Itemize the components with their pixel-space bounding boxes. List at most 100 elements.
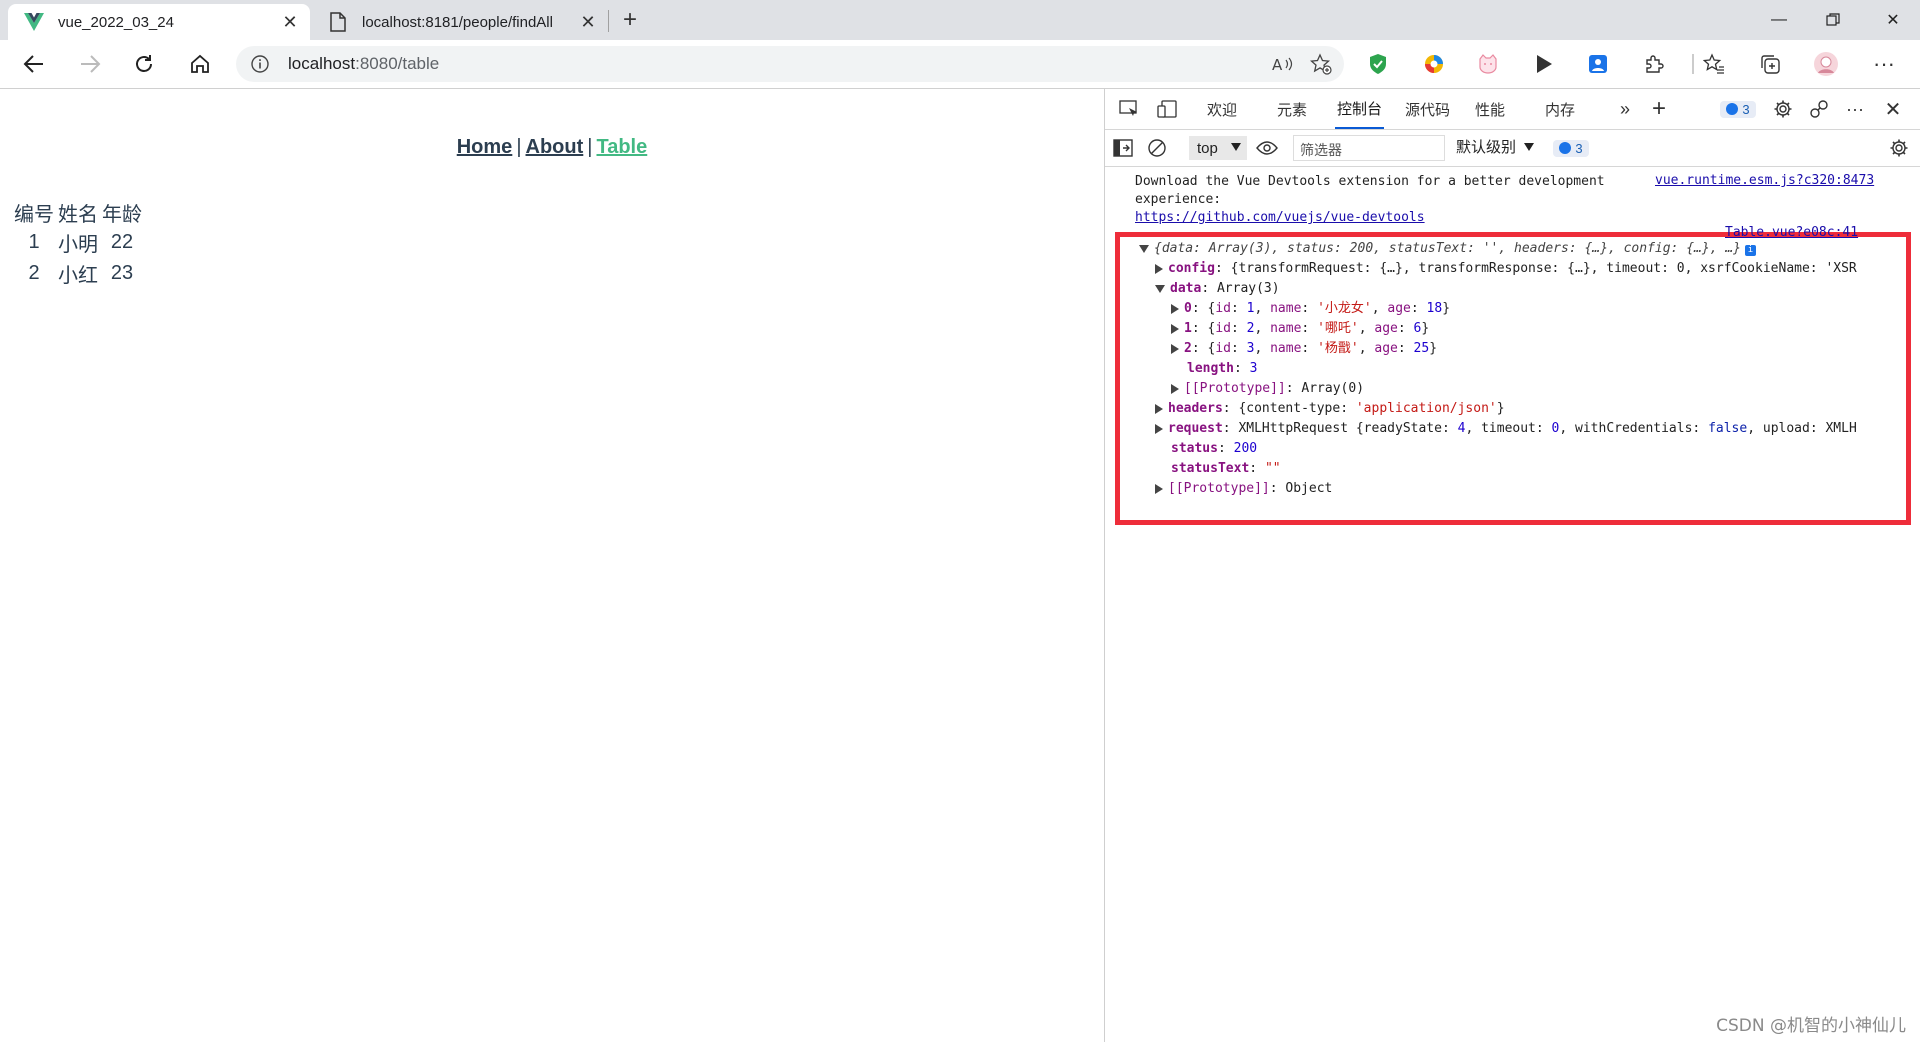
- tab-strip: vue_2022_03_24 ✕ localhost:8181/people/f…: [0, 0, 1920, 40]
- object-summary: {data: Array(3), status: 200, statusText…: [1154, 241, 1741, 256]
- extensions-icon[interactable]: [1636, 48, 1672, 80]
- inspect-element-icon[interactable]: [1115, 95, 1143, 123]
- tree-row-data[interactable]: data: Array(3): [1155, 279, 1280, 299]
- more-tabs-icon[interactable]: »: [1611, 95, 1639, 123]
- live-expression-eye-icon[interactable]: [1253, 135, 1281, 161]
- browser-tab-vue[interactable]: vue_2022_03_24 ✕: [8, 4, 310, 40]
- tree-key: statusText: [1171, 461, 1250, 476]
- url-text[interactable]: localhost:8080/table: [288, 54, 439, 74]
- add-favorite-icon[interactable]: [1306, 50, 1336, 78]
- column-header-id: 编号: [14, 204, 54, 226]
- people-table: 编号 姓名 年龄 1 小明 22 2 小红 23: [12, 198, 144, 289]
- column-header-name: 姓名: [58, 204, 98, 226]
- close-tab-icon[interactable]: ✕: [276, 8, 304, 36]
- favorites-icon[interactable]: [1696, 48, 1732, 80]
- tree-row-array-prototype[interactable]: [[Prototype]]: Array(0): [1171, 379, 1364, 399]
- tree-value: '小龙女': [1317, 301, 1372, 316]
- cat-extension-icon[interactable]: [1470, 48, 1506, 80]
- tab-elements[interactable]: 元素: [1277, 89, 1307, 129]
- settings-gear-icon[interactable]: [1769, 95, 1797, 123]
- forward-icon[interactable]: [72, 48, 108, 80]
- log-levels-dropdown[interactable]: 默认级别: [1456, 136, 1535, 157]
- tree-key: config: [1168, 261, 1215, 276]
- tree-row-request[interactable]: request: XMLHttpRequest {readyState: 4, …: [1155, 419, 1857, 439]
- devtools-link[interactable]: https://github.com/vuejs/vue-devtools: [1135, 210, 1425, 225]
- address-bar[interactable]: localhost:8080/table A: [236, 46, 1344, 82]
- table-cell: 22: [110, 231, 134, 253]
- source-link-vue-runtime[interactable]: vue.runtime.esm.js?c320:8473: [1655, 173, 1874, 188]
- nav-home-link[interactable]: Home: [457, 136, 513, 158]
- chevron-down-icon: [1231, 143, 1241, 151]
- tree-row-item-1[interactable]: 1: {id: 2, name: '哪吒', age: 6}: [1171, 319, 1429, 339]
- collapse-arrow-icon: [1155, 483, 1163, 494]
- collections-icon[interactable]: [1752, 48, 1788, 80]
- table-cell: 小明: [58, 234, 98, 256]
- tree-value: {transformRequest: {…}, transformRespons…: [1230, 261, 1857, 276]
- collapse-arrow-icon: [1171, 303, 1179, 314]
- tree-value: 200: [1233, 441, 1258, 456]
- console-text: experience:: [1135, 192, 1222, 207]
- tree-row-object-prototype[interactable]: [[Prototype]]: Object: [1155, 479, 1332, 499]
- tab-welcome[interactable]: 欢迎: [1207, 89, 1237, 129]
- tree-value: , withCredentials:: [1559, 421, 1709, 436]
- source-link-table-vue[interactable]: Table.vue?e08c:41: [1725, 225, 1858, 240]
- clear-console-icon[interactable]: [1143, 135, 1171, 161]
- close-window-icon[interactable]: ✕: [1866, 0, 1920, 40]
- collapse-arrow-icon: [1171, 383, 1179, 394]
- home-icon[interactable]: [182, 48, 218, 80]
- back-icon[interactable]: [16, 48, 52, 80]
- issues-count: 3: [1742, 101, 1750, 117]
- site-info-icon[interactable]: [250, 54, 270, 79]
- info-icon: i: [1745, 245, 1756, 256]
- tree-row-config[interactable]: config: {transformRequest: {…}, transfor…: [1155, 259, 1857, 279]
- tree-row-item-0[interactable]: 0: {id: 1, name: '小龙女', age: 18}: [1171, 299, 1450, 319]
- close-devtools-icon[interactable]: ✕: [1879, 95, 1907, 123]
- read-aloud-icon[interactable]: A: [1268, 50, 1298, 78]
- profile-avatar[interactable]: [1808, 48, 1844, 80]
- console-settings-icon[interactable]: [1885, 135, 1913, 161]
- tab-sources[interactable]: 源代码: [1405, 89, 1450, 129]
- console-text: Download the Vue Devtools extension for …: [1135, 174, 1605, 189]
- tree-key: length: [1187, 361, 1234, 376]
- tree-row-item-2[interactable]: 2: {id: 3, name: '杨戬', age: 25}: [1171, 339, 1437, 359]
- issues-badge[interactable]: 3: [1717, 95, 1759, 123]
- tab-memory[interactable]: 内存: [1545, 89, 1575, 129]
- vue-logo-icon: [22, 10, 46, 34]
- tree-row-headers[interactable]: headers: {content-type: 'application/jso…: [1155, 399, 1505, 419]
- colorful-extension-icon[interactable]: [1416, 48, 1452, 80]
- more-menu-icon[interactable]: ···: [1866, 48, 1902, 80]
- browser-tab-findall[interactable]: localhost:8181/people/findAll ✕: [312, 4, 608, 40]
- play-extension-icon[interactable]: [1526, 48, 1562, 80]
- refresh-icon[interactable]: [126, 48, 162, 80]
- tab-performance[interactable]: 性能: [1475, 89, 1505, 129]
- dock-connect-icon[interactable]: [1805, 95, 1833, 123]
- tree-value: }: [1496, 401, 1505, 416]
- tree-value: 2: [1246, 321, 1255, 336]
- tree-row-status: status: 200: [1171, 441, 1258, 456]
- tree-value: "": [1264, 461, 1281, 476]
- device-emulation-icon[interactable]: [1153, 95, 1181, 123]
- blue-extension-icon[interactable]: [1580, 48, 1616, 80]
- tree-key: data: [1170, 281, 1202, 296]
- new-tab-icon[interactable]: +: [616, 6, 644, 34]
- console-filter-input[interactable]: 筛选器: [1293, 135, 1445, 161]
- tree-value: 25: [1413, 341, 1430, 356]
- table-header-row: 编号 姓名 年龄: [12, 198, 144, 227]
- restore-icon[interactable]: [1806, 0, 1860, 40]
- nav-table-link[interactable]: Table: [596, 136, 647, 158]
- devtools-panel: 欢迎 元素 控制台 源代码 性能 内存 » + 3 ··· ✕ top 筛选器 …: [1104, 89, 1920, 1042]
- object-summary-row[interactable]: {data: Array(3), status: 200, statusText…: [1139, 239, 1756, 259]
- sidebar-toggle-icon[interactable]: [1109, 135, 1137, 161]
- shield-extension-icon[interactable]: [1360, 48, 1396, 80]
- add-tool-icon[interactable]: +: [1645, 95, 1673, 123]
- table-cell: 小红: [58, 265, 98, 287]
- page-nav: Home | About | Table: [0, 136, 1104, 159]
- context-selector[interactable]: top: [1189, 136, 1247, 160]
- nav-separator: |: [587, 136, 593, 158]
- minimize-icon[interactable]: —: [1752, 0, 1806, 40]
- nav-about-link[interactable]: About: [526, 136, 584, 158]
- filter-issues-badge[interactable]: 3: [1551, 135, 1591, 161]
- customize-menu-icon[interactable]: ···: [1841, 95, 1869, 123]
- close-tab-icon[interactable]: ✕: [574, 8, 602, 36]
- tab-console[interactable]: 控制台: [1335, 89, 1385, 129]
